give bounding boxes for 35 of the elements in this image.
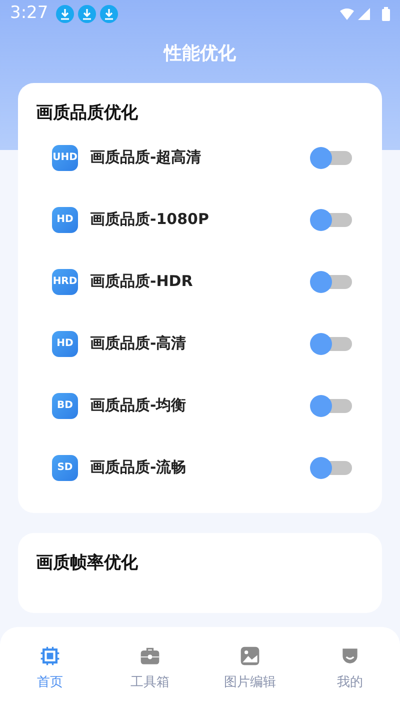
quality-badge-icon: SD: [52, 454, 78, 480]
nav-tab[interactable]: 工具箱: [100, 627, 200, 711]
clock-time: 3:27: [10, 2, 48, 26]
section-title: 画质帧率优化: [36, 552, 139, 574]
wifi-icon: [340, 8, 354, 20]
quality-badge-icon: HD: [52, 206, 78, 232]
image-icon: [239, 645, 261, 667]
download-icon: [56, 5, 74, 23]
page-title: 性能优化: [162, 42, 237, 66]
option-label: 画质品质-超高清: [90, 147, 202, 168]
signal-icon: [358, 8, 370, 20]
toggle-switch[interactable]: [310, 270, 352, 292]
nav-tab[interactable]: 我的: [300, 627, 400, 711]
option-label: 画质品质-1080P: [90, 209, 209, 230]
nav-tab[interactable]: 图片编辑: [200, 627, 300, 711]
quality-badge-icon: BD: [52, 392, 78, 418]
toggle-switch[interactable]: [310, 208, 352, 230]
toggle-switch[interactable]: [310, 394, 352, 416]
quality-badge-icon: UHD: [52, 144, 78, 170]
download-icon: [100, 5, 118, 23]
toggle-switch[interactable]: [310, 332, 352, 354]
toggle-switch[interactable]: [310, 456, 352, 478]
battery-icon: [382, 7, 390, 21]
option-label: 画质品质-均衡: [90, 395, 186, 416]
chip-icon: [39, 645, 61, 667]
nav-tab[interactable]: 首页: [0, 627, 100, 711]
download-icon: [78, 5, 96, 23]
option-label: 画质品质-流畅: [90, 457, 186, 478]
option-label: 画质品质-HDR: [90, 271, 193, 292]
toggle-switch[interactable]: [310, 146, 352, 168]
toolbox-icon: [139, 645, 161, 667]
section-title: 画质品质优化: [36, 102, 139, 125]
quality-badge-icon: HRD: [52, 268, 78, 294]
option-label: 画质品质-高清: [90, 333, 186, 354]
quality-badge-icon: HD: [52, 330, 78, 356]
